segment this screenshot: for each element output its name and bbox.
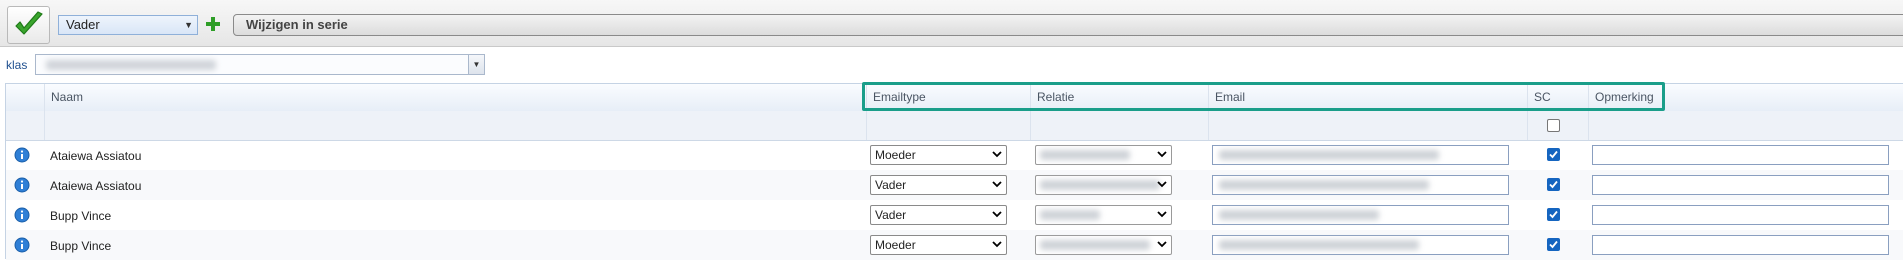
chevron-down-icon: ▼	[184, 20, 193, 30]
chevron-down-icon	[992, 211, 1002, 218]
email-input[interactable]	[1212, 205, 1509, 225]
emailtype-value: Vader	[875, 178, 907, 192]
relatie-select[interactable]	[1035, 235, 1172, 255]
checkmark-icon	[1549, 210, 1558, 219]
chevron-down-icon	[1157, 181, 1167, 188]
table-row: Bupp Vince Moeder	[6, 230, 1903, 260]
emailtype-value: Moeder	[875, 238, 916, 252]
filter-divider	[44, 111, 46, 140]
filter-divider	[1208, 111, 1210, 140]
chevron-down-icon[interactable]: ▼	[468, 55, 484, 74]
contact-name: Ataiewa Assiatou	[50, 149, 142, 163]
email-value-redacted	[1219, 240, 1419, 250]
relatie-value-redacted	[1040, 150, 1130, 160]
relatie-value-redacted	[1040, 180, 1160, 190]
confirm-button[interactable]	[7, 6, 50, 44]
checkmark-icon	[1549, 150, 1558, 159]
contact-name: Bupp Vince	[50, 209, 112, 223]
klas-select[interactable]: ▼	[35, 54, 485, 75]
relatie-value-redacted	[1040, 210, 1100, 220]
opmerking-input[interactable]	[1592, 205, 1889, 225]
relatie-select[interactable]	[1035, 145, 1172, 165]
chevron-down-icon	[992, 151, 1002, 158]
contact-name: Ataiewa Assiatou	[50, 179, 142, 193]
checkmark-icon	[15, 11, 43, 35]
emailtype-select[interactable]: Vader	[870, 205, 1007, 225]
sc-checkbox[interactable]	[1547, 178, 1560, 191]
chevron-down-icon	[1157, 211, 1167, 218]
chevron-down-icon	[992, 181, 1002, 188]
checkmark-icon	[1549, 180, 1558, 189]
email-input[interactable]	[1212, 145, 1509, 165]
sc-filter-checkbox[interactable]	[1547, 119, 1560, 132]
chevron-down-icon	[1157, 241, 1167, 248]
toolbar: Vader ▼ Wijzigen in serie	[0, 0, 1903, 47]
info-icon[interactable]	[14, 237, 30, 253]
contact-name: Bupp Vince	[50, 239, 112, 253]
relatie-value-redacted	[1040, 240, 1150, 250]
emailtype-value: Vader	[875, 208, 907, 222]
filter-divider	[1030, 111, 1032, 140]
series-edit-label: Wijzigen in serie	[246, 17, 348, 32]
chevron-down-icon	[992, 241, 1002, 248]
filter-divider	[1527, 111, 1529, 140]
email-value-redacted	[1219, 150, 1439, 160]
filter-divider	[1588, 111, 1590, 140]
info-icon[interactable]	[14, 177, 30, 193]
opmerking-input[interactable]	[1592, 175, 1889, 195]
role-select[interactable]: Vader ▼	[58, 15, 198, 35]
email-input[interactable]	[1212, 235, 1509, 255]
opmerking-input[interactable]	[1592, 235, 1889, 255]
email-input[interactable]	[1212, 175, 1509, 195]
sc-checkbox[interactable]	[1547, 238, 1560, 251]
emailtype-select[interactable]: Vader	[870, 175, 1007, 195]
relatie-select[interactable]	[1035, 205, 1172, 225]
email-value-redacted	[1219, 210, 1379, 220]
email-value-redacted	[1219, 180, 1429, 190]
column-header-naam[interactable]: Naam	[44, 84, 866, 111]
series-edit-bar[interactable]: Wijzigen in serie	[233, 14, 1903, 36]
role-select-value: Vader	[66, 17, 100, 32]
chevron-down-icon	[1157, 151, 1167, 158]
checkmark-icon	[1549, 240, 1558, 249]
klas-label: klas	[6, 58, 28, 72]
add-icon[interactable]	[204, 14, 222, 34]
klas-value-redacted	[46, 60, 216, 70]
grid-filter-row	[6, 111, 1903, 141]
table-row: Bupp Vince Vader	[6, 200, 1903, 230]
table-row: Ataiewa Assiatou Vader	[6, 170, 1903, 200]
sc-checkbox[interactable]	[1547, 148, 1560, 161]
info-icon[interactable]	[14, 207, 30, 223]
emailtype-select[interactable]: Moeder	[870, 235, 1007, 255]
info-icon[interactable]	[14, 147, 30, 163]
emailtype-value: Moeder	[875, 148, 916, 162]
filter-divider	[866, 111, 868, 140]
emailtype-select[interactable]: Moeder	[870, 145, 1007, 165]
sc-checkbox[interactable]	[1547, 208, 1560, 221]
table-row: Ataiewa Assiatou Moeder	[6, 140, 1903, 170]
relatie-select[interactable]	[1035, 175, 1172, 195]
columns-highlight-frame	[862, 82, 1665, 111]
opmerking-input[interactable]	[1592, 145, 1889, 165]
